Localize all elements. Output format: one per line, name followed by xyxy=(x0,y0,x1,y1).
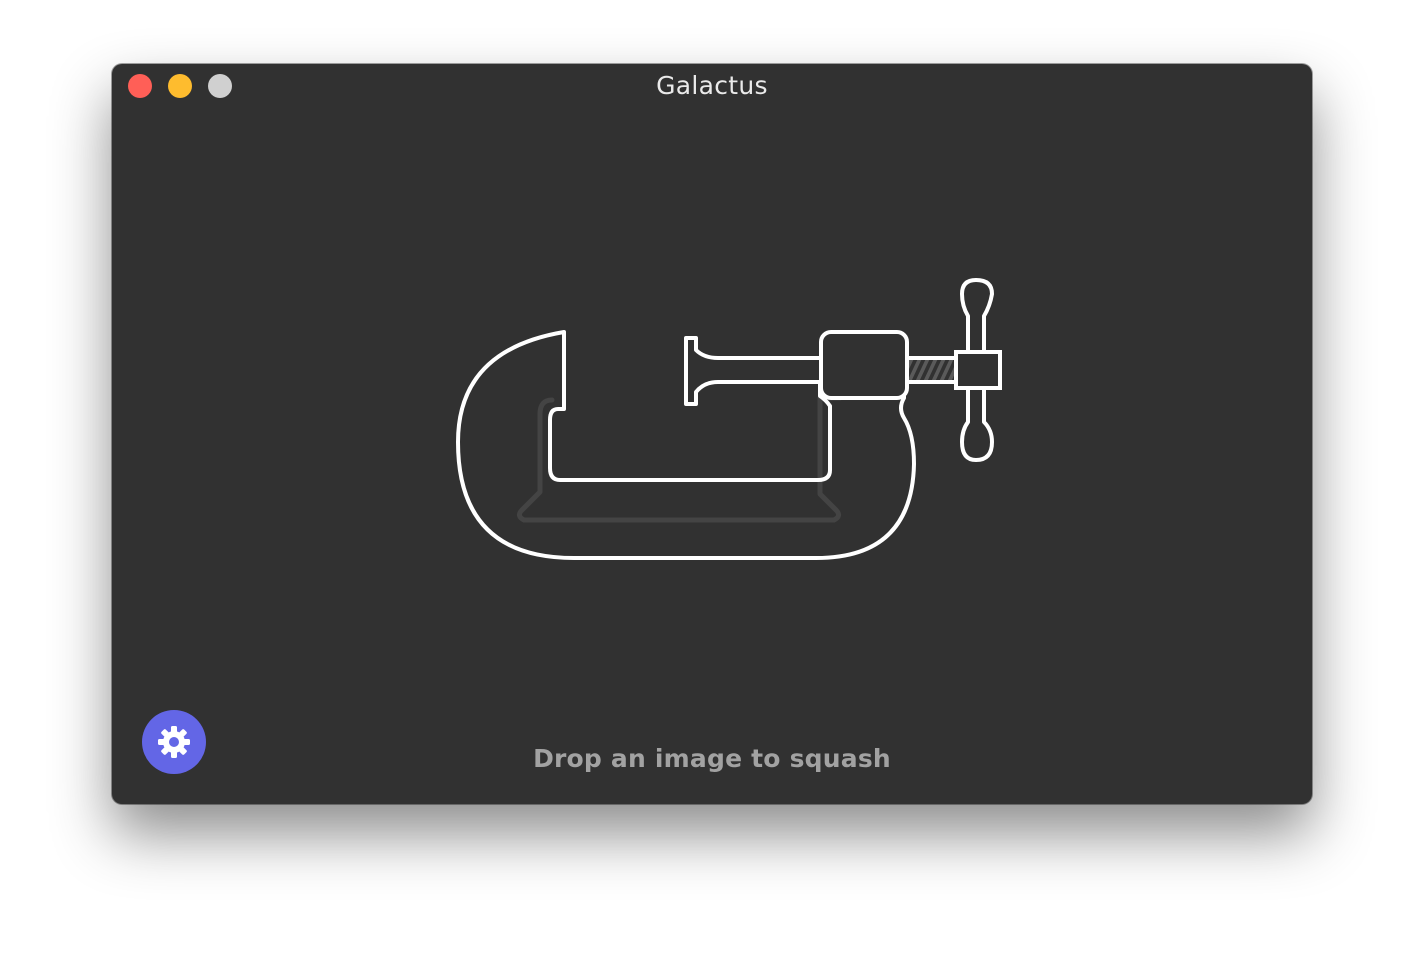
app-window: Galactus Drop an image to squash xyxy=(112,64,1312,804)
handle-bar xyxy=(960,278,994,354)
clamp-shadow-outline xyxy=(516,395,843,523)
title-bar[interactable]: Galactus xyxy=(112,64,1312,108)
handle-crossbar xyxy=(954,350,1002,390)
window-title: Galactus xyxy=(656,71,768,100)
swivel-pad xyxy=(684,336,823,406)
c-clamp-icon xyxy=(456,278,1002,560)
drop-hint-text: Drop an image to squash xyxy=(533,744,891,773)
screw-housing xyxy=(819,330,909,400)
screw-thread-right xyxy=(908,360,956,382)
handle-bar-bottom xyxy=(960,386,994,462)
